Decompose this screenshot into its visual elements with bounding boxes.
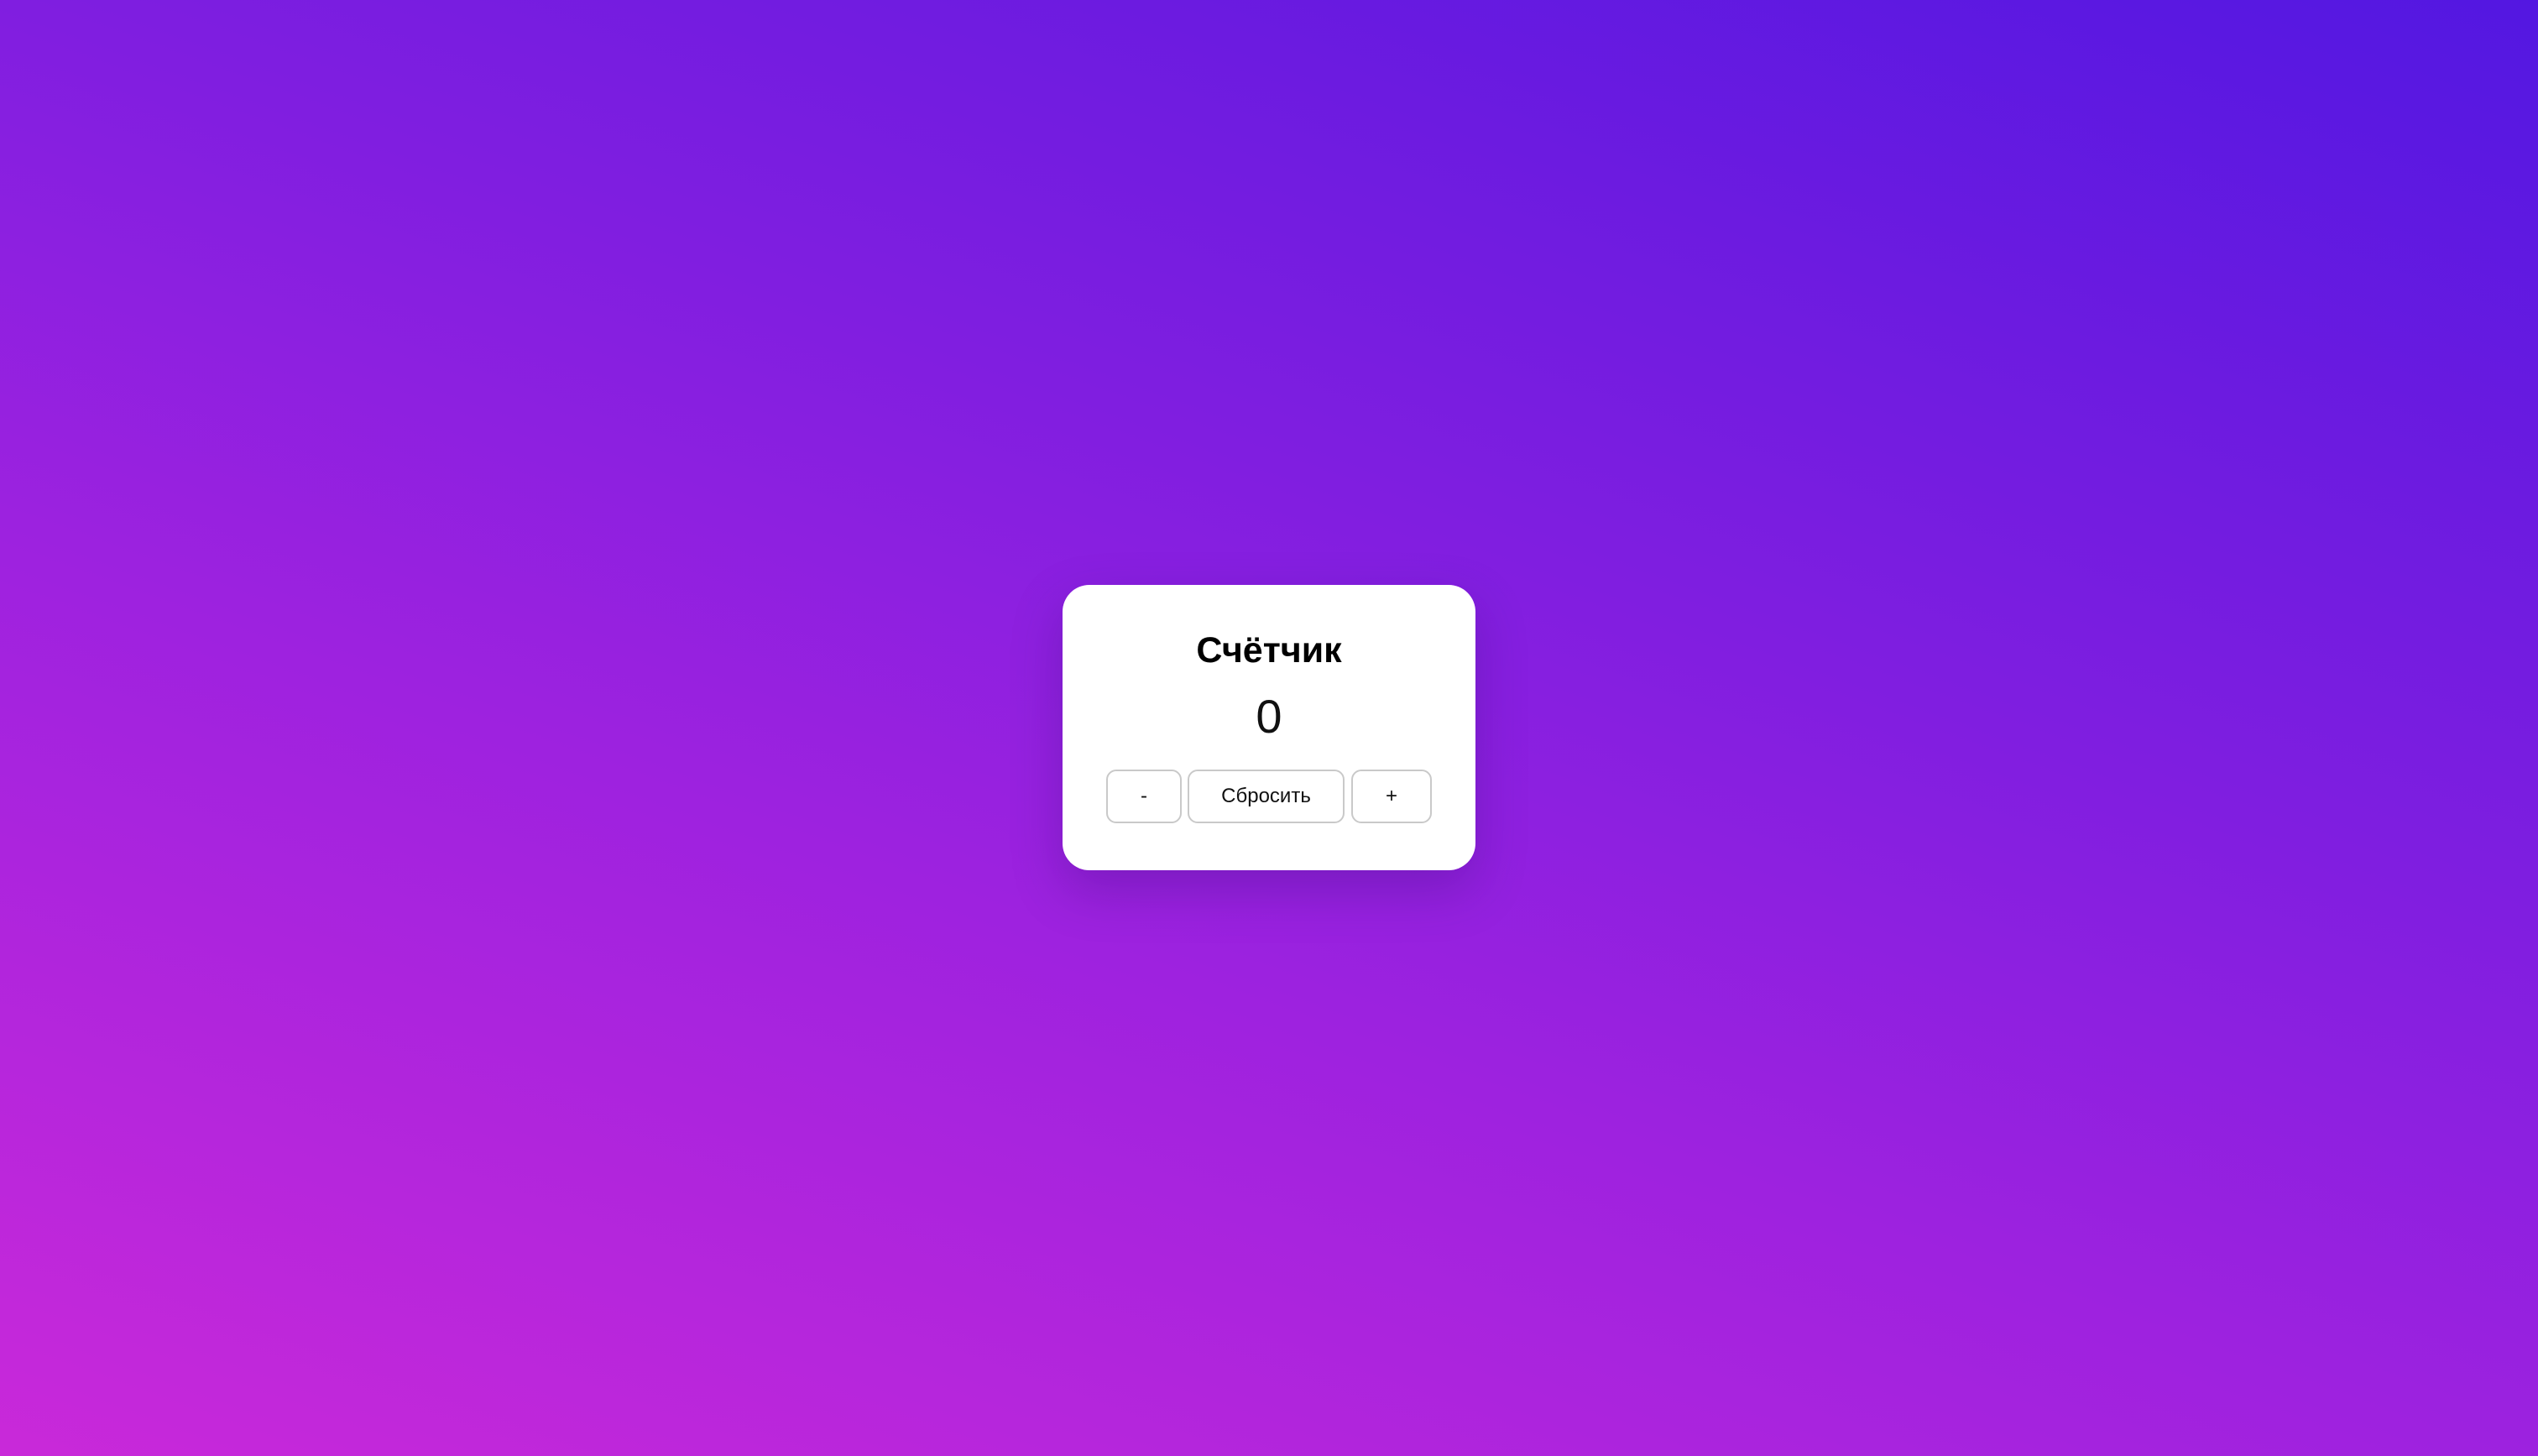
counter-value: 0 bbox=[1256, 690, 1282, 743]
counter-title: Счётчик bbox=[1196, 630, 1342, 671]
reset-button[interactable]: Сбросить bbox=[1188, 770, 1345, 823]
counter-card: Счётчик 0 - Сбросить + bbox=[1063, 585, 1475, 870]
decrement-button[interactable]: - bbox=[1106, 770, 1182, 823]
page-background: Счётчик 0 - Сбросить + bbox=[0, 0, 2538, 1456]
increment-button[interactable]: + bbox=[1351, 770, 1432, 823]
